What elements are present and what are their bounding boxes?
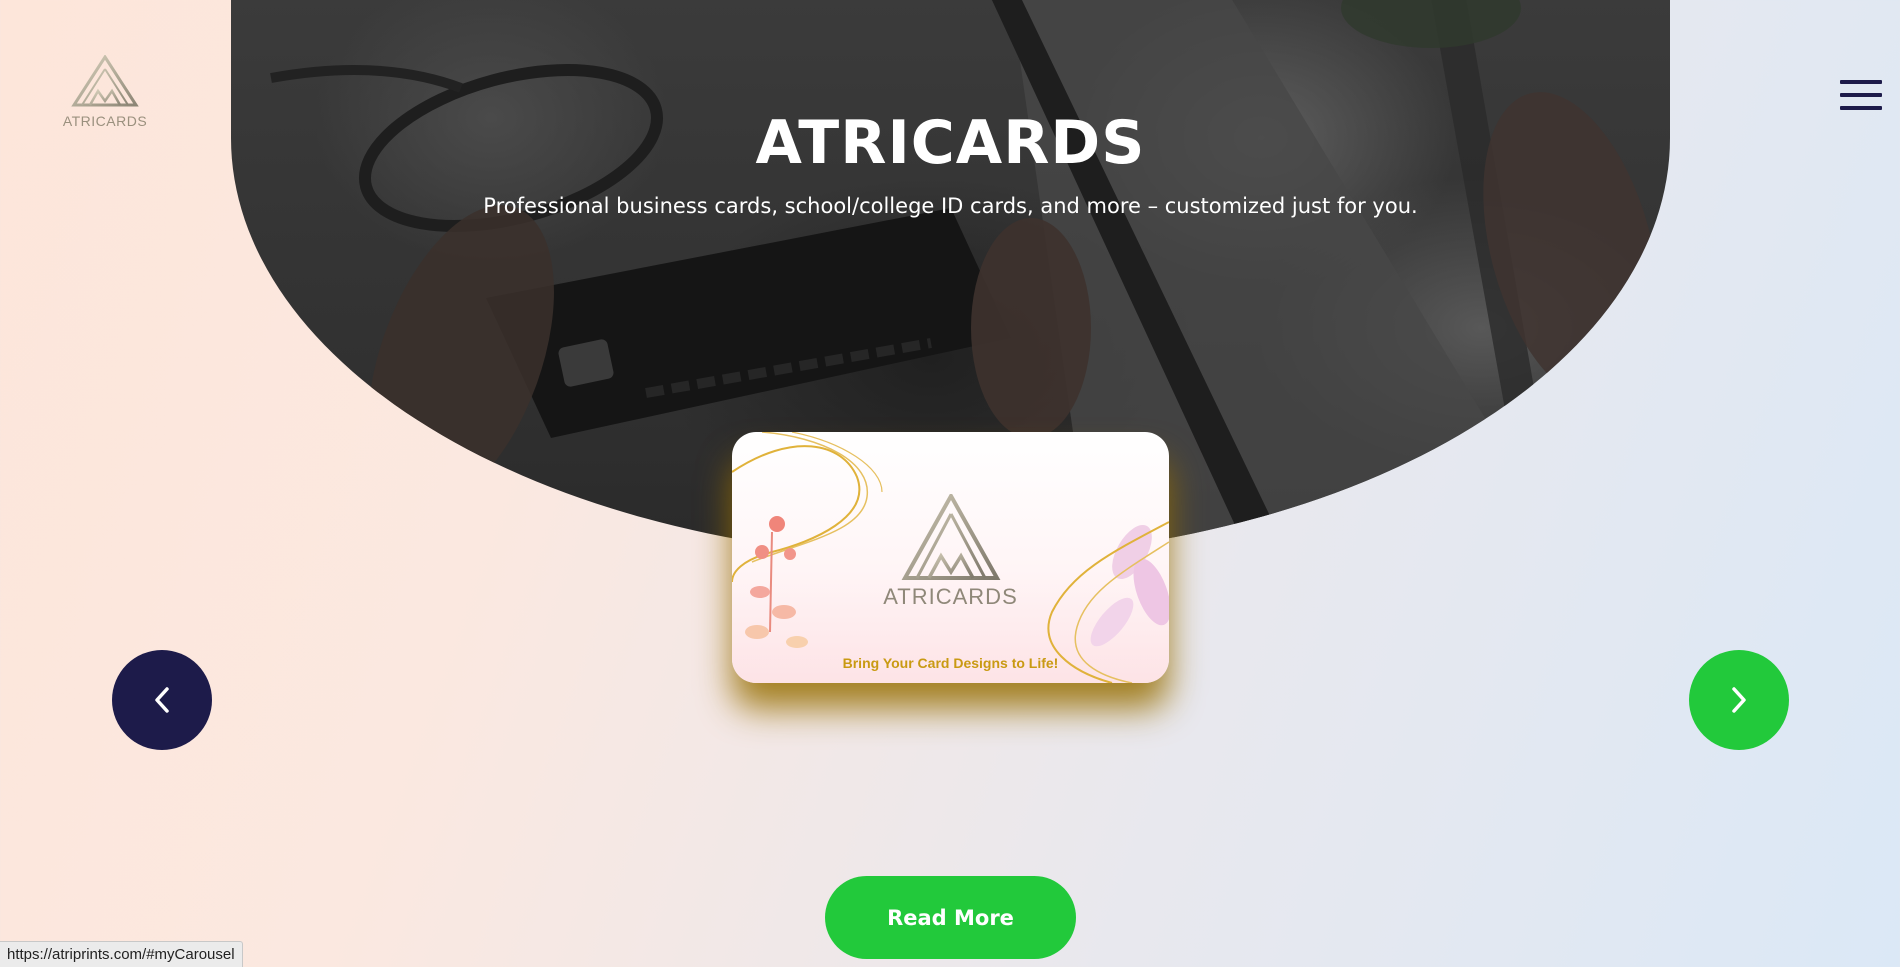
carousel-prev-button[interactable] [112,650,212,750]
chevron-left-icon [155,687,169,713]
hamburger-menu-icon[interactable] [1840,80,1882,114]
hero-subtitle: Professional business cards, school/coll… [483,194,1418,218]
atricards-logo-icon [71,54,139,107]
product-card-image: ATRICARDS Bring Your Card Designs to Lif… [732,432,1169,683]
site-logo[interactable]: ATRICARDS [55,54,155,135]
status-bar-url: https://atriprints.com/#myCarousel [0,941,243,967]
logo-text: ATRICARDS [62,113,148,129]
carousel-next-button[interactable] [1689,650,1789,750]
card-logo: ATRICARDS [732,491,1169,610]
read-more-button[interactable]: Read More [825,876,1076,959]
hero-title: ATRICARDS [755,108,1146,178]
chevron-right-icon [1732,687,1746,713]
card-tagline: Bring Your Card Designs to Life! [842,655,1059,671]
card-logo-text: ATRICARDS [883,584,1018,609]
card-logo-icon [901,491,1000,580]
